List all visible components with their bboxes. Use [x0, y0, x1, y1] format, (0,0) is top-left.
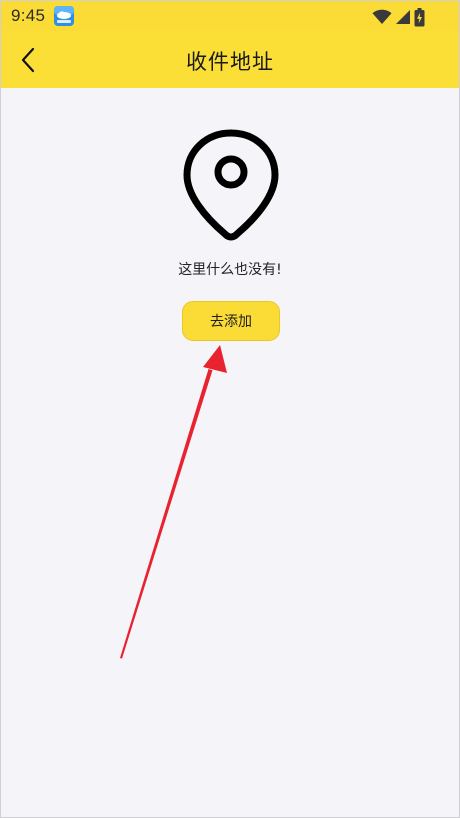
cell-signal-icon [396, 10, 410, 24]
empty-state-message: 这里什么也没有! [178, 262, 282, 278]
status-icons [372, 7, 425, 26]
status-bar: 9:45 [1, 1, 459, 31]
wifi-icon [372, 9, 392, 24]
location-pin-icon [183, 129, 279, 241]
page-title: 收件地址 [186, 50, 274, 74]
annotation-arrow [120, 345, 227, 659]
status-time: 9:45 [11, 6, 46, 25]
header-bar: 收件地址 [1, 31, 459, 88]
battery-charging-icon [414, 7, 425, 26]
app-screen: 9:45 收件地址 这里什么也没有! 去添加 [0, 0, 460, 818]
add-address-button[interactable]: 去添加 [182, 301, 280, 341]
weather-app-icon [54, 6, 74, 26]
